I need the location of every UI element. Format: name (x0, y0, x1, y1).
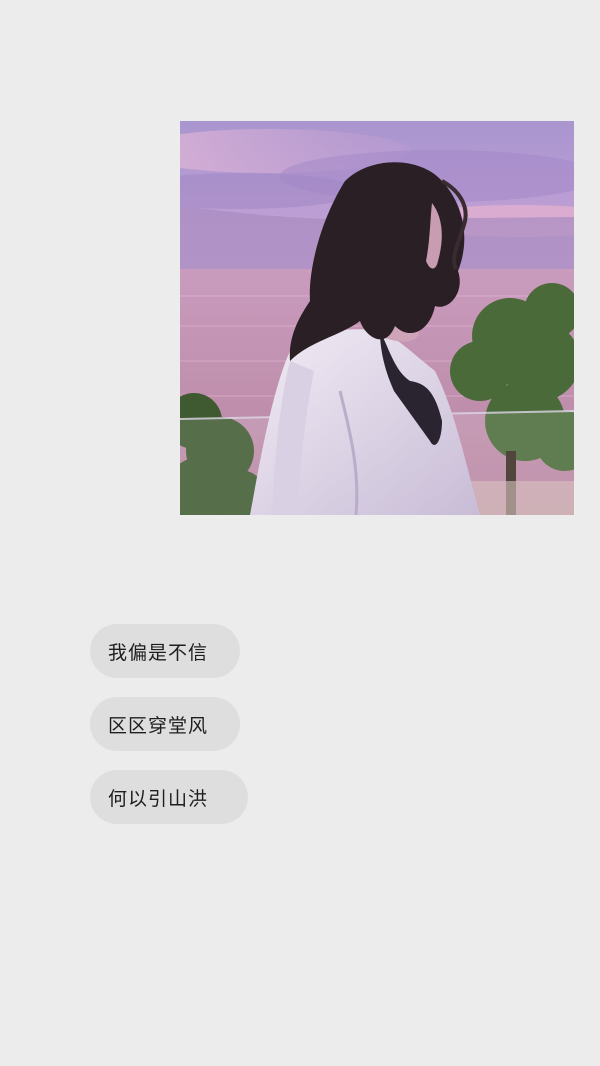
chat-bubble-1[interactable]: 我偏是不信 (90, 624, 240, 678)
chat-bubble-text: 我偏是不信 (108, 641, 209, 664)
chat-bubble-text: 区区穿堂风 (108, 714, 209, 737)
girl-sunset-photo[interactable] (180, 121, 574, 515)
photo-illustration (180, 121, 574, 515)
chat-bubble-3[interactable]: 何以引山洪 (90, 770, 248, 824)
chat-bubble-text: 何以引山洪 (108, 787, 209, 810)
chat-bubble-2[interactable]: 区区穿堂风 (90, 697, 240, 751)
